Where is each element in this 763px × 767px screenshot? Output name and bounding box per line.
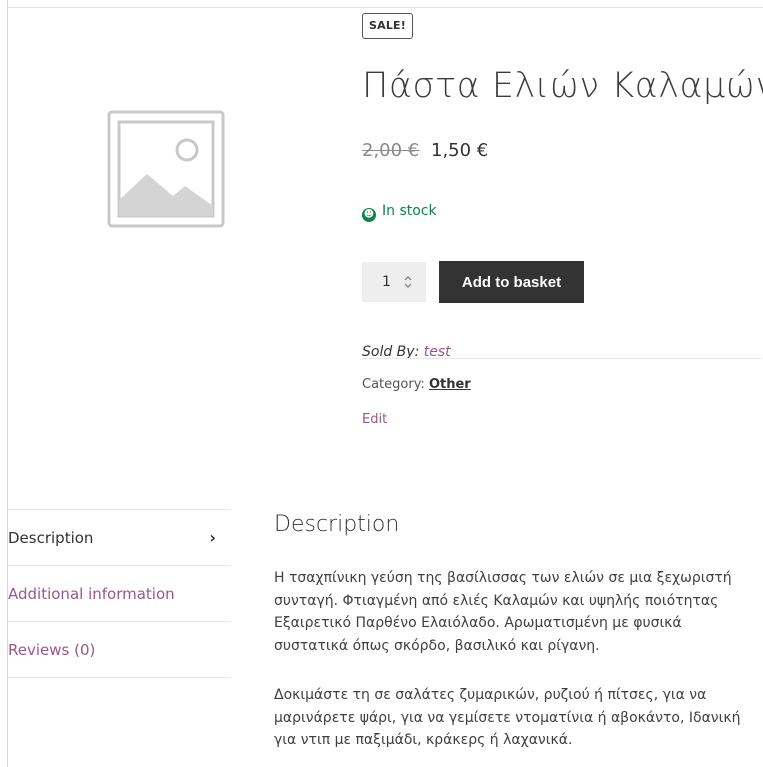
old-price: 2,00 €	[362, 140, 420, 161]
tab-description[interactable]: Description ›	[8, 509, 230, 565]
product-category: Category: Other	[362, 375, 471, 395]
description-paragraph: Δοκιμάστε τη σε σαλάτες ζυμαρικών, ρυζιο…	[274, 687, 741, 748]
check-circle-icon: ☻	[362, 208, 376, 222]
category-label: Category:	[362, 377, 425, 392]
description-paragraph: Η τσαχπίνικη γεύση της βασίλισσας των ελ…	[274, 570, 732, 654]
product-price: 2,00 € 1,50 €	[362, 138, 488, 164]
sold-by: Sold By: test	[362, 342, 451, 362]
tab-additional-information[interactable]: Additional information	[8, 565, 230, 621]
tab-label: Reviews (0)	[8, 641, 96, 659]
sale-price: 1,50 €	[431, 140, 489, 161]
page-border-top	[7, 7, 763, 8]
product-tabs: Description › Additional information Rev…	[8, 509, 230, 678]
tab-reviews[interactable]: Reviews (0)	[8, 621, 230, 677]
tab-label: Additional information	[8, 585, 175, 603]
description-heading: Description	[274, 512, 400, 537]
edit-link[interactable]: Edit	[362, 410, 387, 430]
product-title: Πάστα Ελιών Καλαμών	[362, 66, 763, 106]
spinner-arrows-icon[interactable]	[402, 273, 414, 291]
tab-label: Description	[8, 529, 94, 547]
add-to-basket-button[interactable]: Add to basket	[439, 261, 584, 303]
chevron-right-icon: ›	[209, 528, 216, 547]
image-placeholder-icon	[107, 110, 225, 228]
stock-label: In stock	[382, 203, 437, 219]
divider	[362, 358, 762, 359]
quantity-value: 1	[382, 274, 391, 290]
quantity-stepper[interactable]: 1	[362, 262, 426, 302]
category-link[interactable]: Other	[429, 377, 471, 392]
stock-status: ☻ In stock	[362, 200, 437, 222]
sale-badge: SALE!	[362, 13, 413, 39]
